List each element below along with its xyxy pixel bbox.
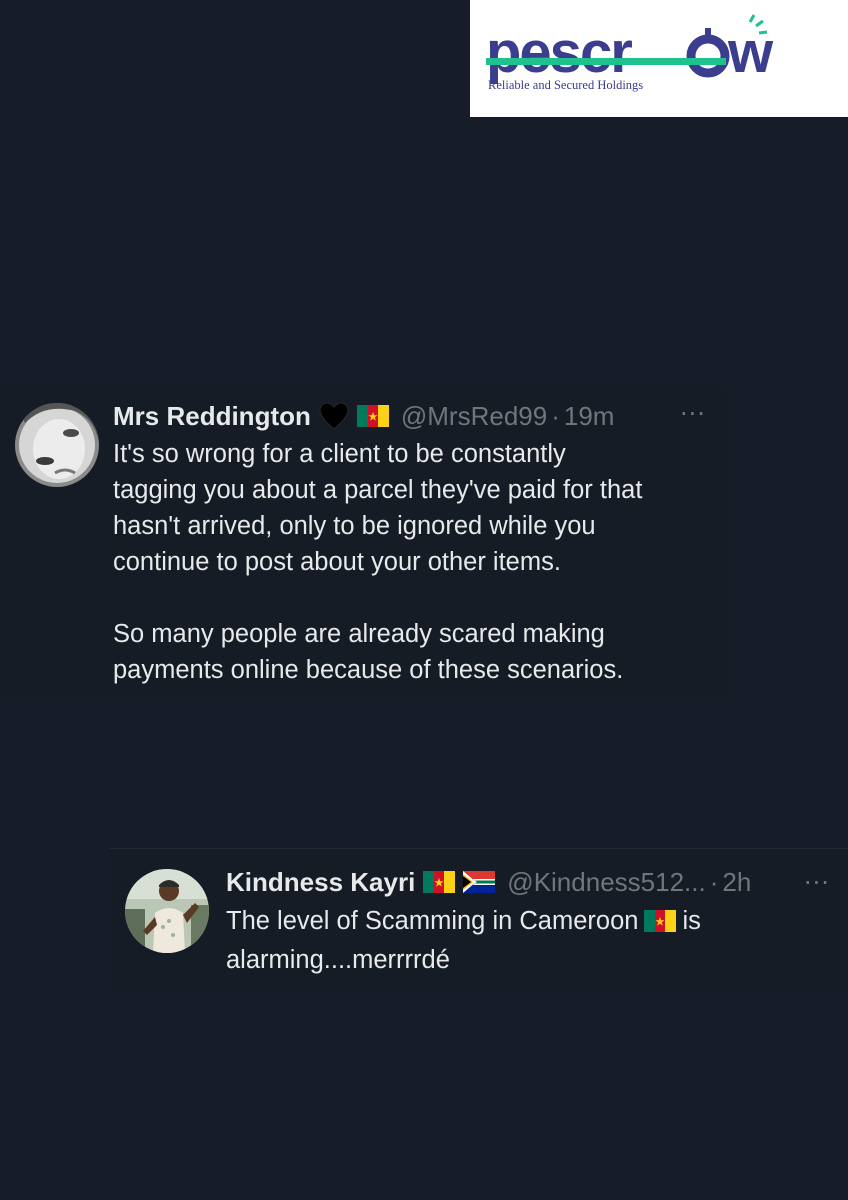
handle[interactable]: @Kindness512... xyxy=(507,869,705,895)
more-options-icon[interactable]: ··· xyxy=(804,871,830,895)
tweet-text: The level of Scamming in Cameroon is alar… xyxy=(226,903,826,978)
tweet-text-segment: is xyxy=(682,907,701,935)
tweet-text-line: continue to post about your other items. xyxy=(113,548,561,576)
handle[interactable]: @MrsRed99 xyxy=(401,403,547,429)
cameroon-flag-icon xyxy=(356,405,389,427)
tweet-card[interactable]: Mrs Reddington @MrsRed99 · 19m ··· It's … xyxy=(0,386,726,698)
pescrow-logo: pescr w Reliable and Secured Holdings xyxy=(470,0,848,117)
cameroon-flag-icon xyxy=(644,906,677,942)
timestamp[interactable]: 19m xyxy=(564,403,615,429)
tweet-text-segment: The level of Scamming in Cameroon xyxy=(226,907,639,935)
logo-tagline: Reliable and Secured Holdings xyxy=(488,78,644,92)
tweet-text-line: So many people are already scared making xyxy=(113,620,605,648)
tweet-text-line: hasn't arrived, only to be ignored while… xyxy=(113,512,596,540)
cameroon-flag-icon xyxy=(423,871,456,893)
tweet-text-line: alarming....merrrrdé xyxy=(226,946,450,974)
tweet-text-line: The level of Scamming in Cameroon is xyxy=(226,903,826,942)
svg-text:w: w xyxy=(727,20,774,85)
display-name[interactable]: Kindness Kayri xyxy=(226,869,415,895)
tweet-text-line: payments online because of these scenari… xyxy=(113,656,624,684)
tweet-card[interactable]: Kindness Kayri @Kindness512... · 2h ··· … xyxy=(110,848,848,990)
tweet-text-line: tagging you about a parcel they've paid … xyxy=(113,476,643,504)
south-africa-flag-icon xyxy=(463,871,496,893)
pescrow-logo-mark: pescr w xyxy=(486,14,776,85)
svg-text:pescr: pescr xyxy=(486,20,632,85)
avatar[interactable] xyxy=(125,869,209,953)
tweet-text: It's so wrong for a client to be constan… xyxy=(113,436,713,688)
avatar[interactable] xyxy=(15,403,99,487)
display-name[interactable]: Mrs Reddington xyxy=(113,403,311,429)
separator-dot: · xyxy=(709,867,719,897)
tweet-header: Kindness Kayri @Kindness512... · 2h xyxy=(226,869,751,895)
separator-dot: · xyxy=(551,401,560,431)
black-heart-icon xyxy=(319,402,349,430)
more-options-icon[interactable]: ··· xyxy=(680,402,706,426)
timestamp[interactable]: 2h xyxy=(722,869,751,895)
tweet-header: Mrs Reddington @MrsRed99 · 19m xyxy=(113,402,614,430)
tweet-text-line: It's so wrong for a client to be constan… xyxy=(113,440,566,468)
